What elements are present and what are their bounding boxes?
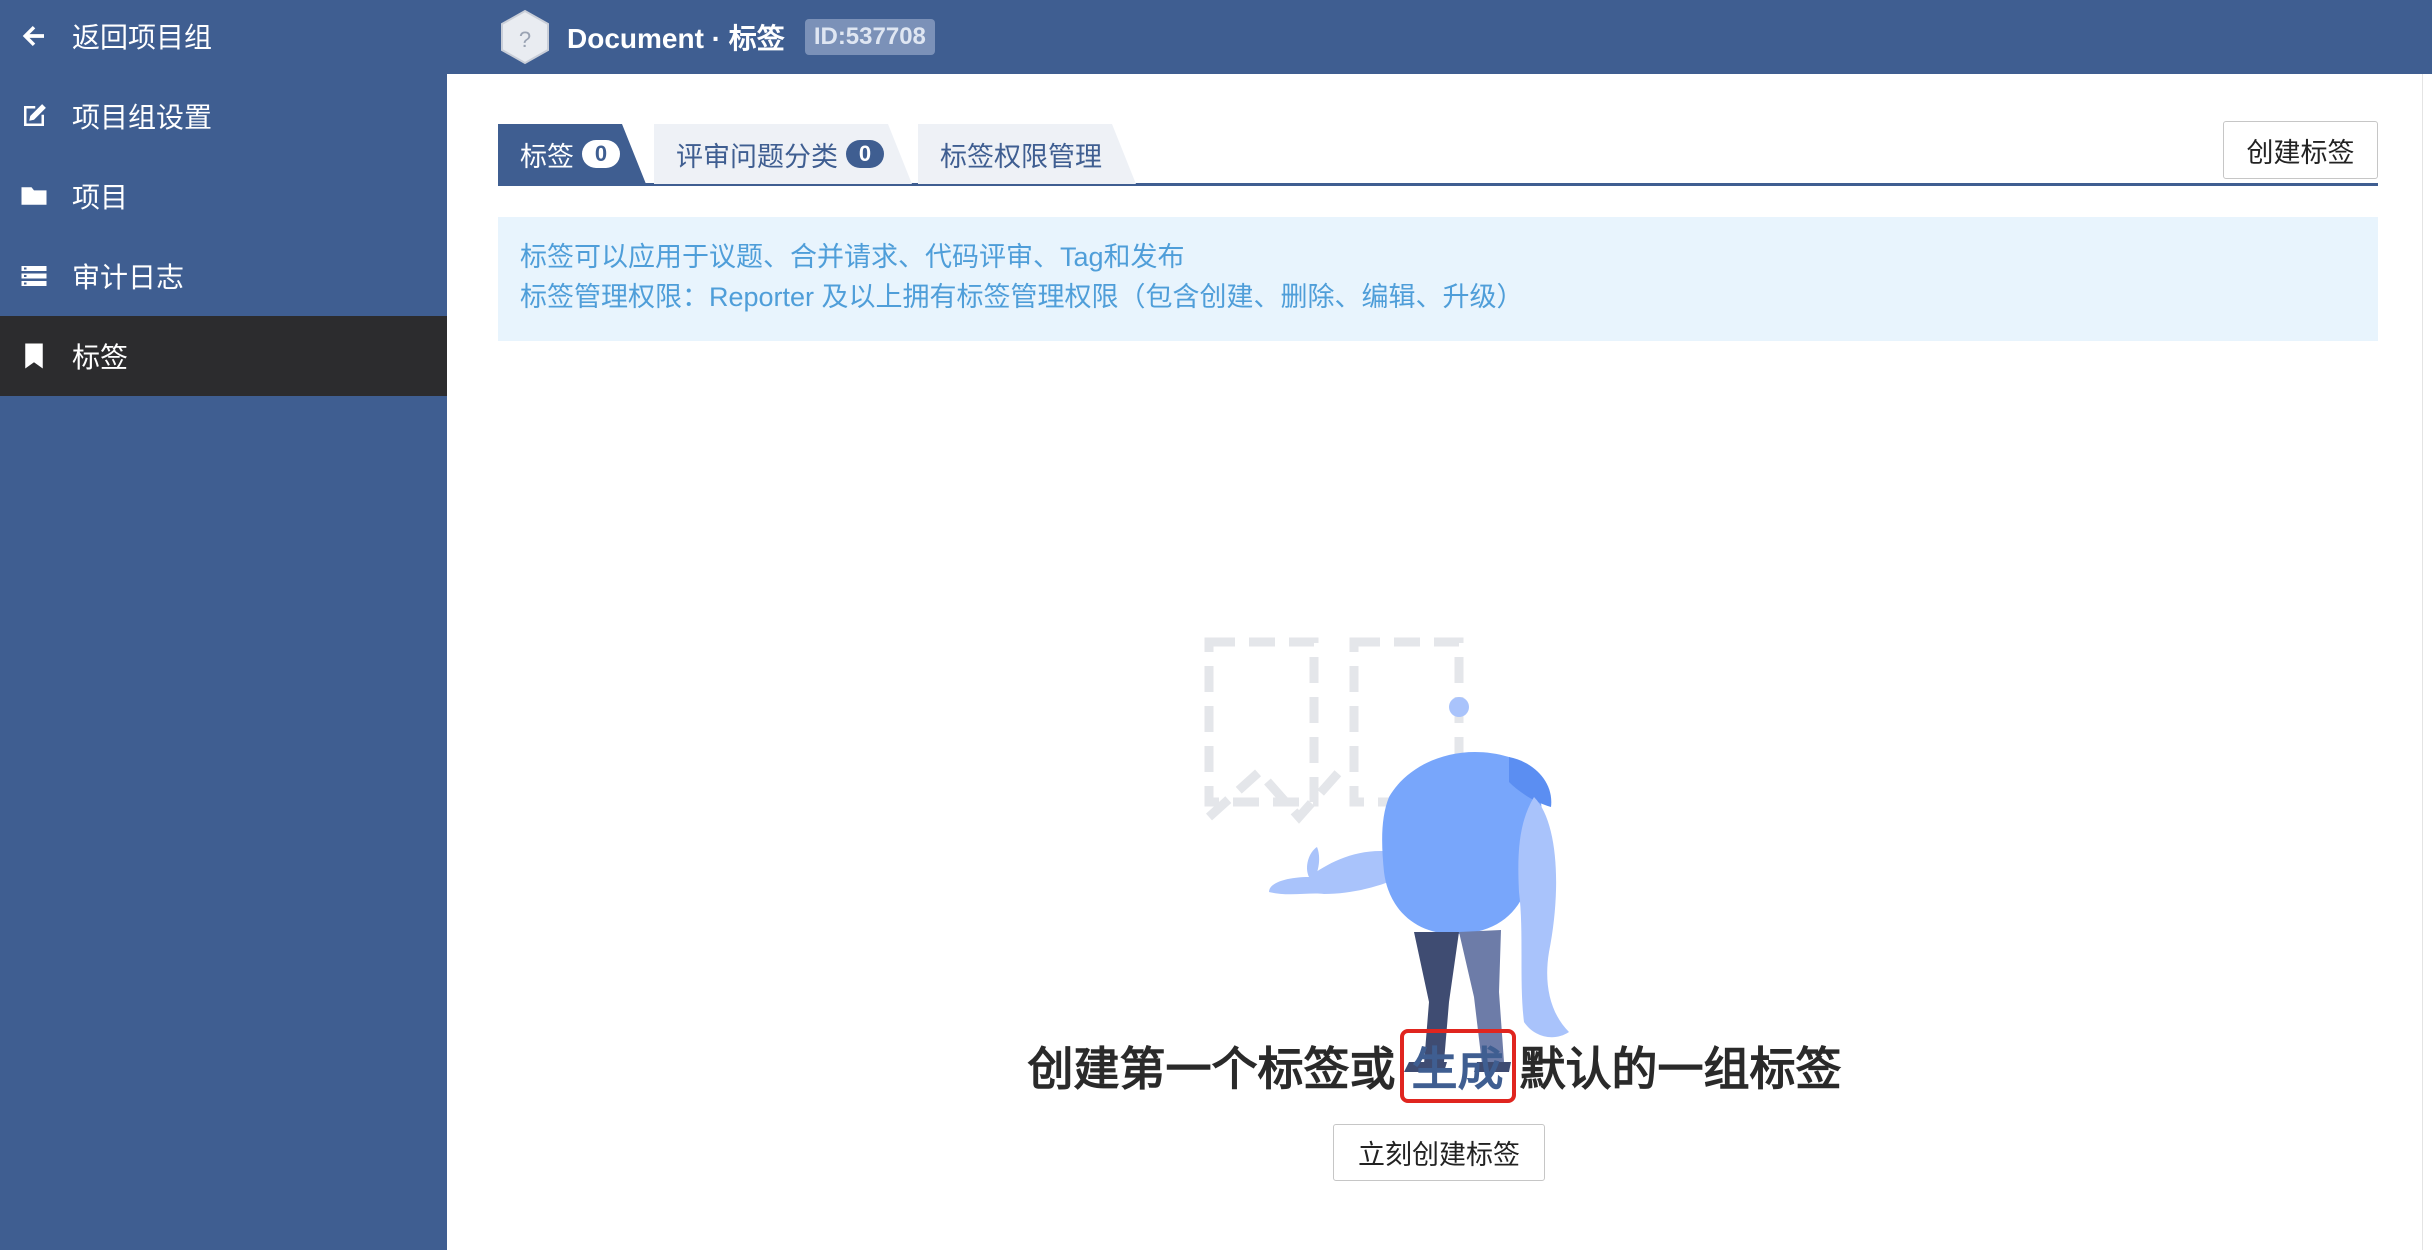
app-window: 返回项目组 项目组设置 项目 审计日志 标签 ? Document · 标签 I… xyxy=(0,0,2432,1250)
sidebar-item-label: 项目组设置 xyxy=(72,102,213,133)
svg-text:?: ? xyxy=(519,27,531,52)
tab-review-issue-categories[interactable]: 评审问题分类 0 xyxy=(654,124,912,184)
sidebar-item-label: 审计日志 xyxy=(72,262,185,293)
tab-labels[interactable]: 标签 0 xyxy=(498,124,646,184)
info-banner: 标签可以应用于议题、合并请求、代码评审、Tag和发布 标签管理权限：Report… xyxy=(498,217,2378,341)
sidebar-item-back-to-group[interactable]: 返回项目组 xyxy=(0,0,447,76)
folder-icon xyxy=(18,180,50,212)
edit-icon xyxy=(18,100,50,132)
count-badge: 0 xyxy=(582,140,620,168)
info-line: 标签管理权限：Reporter 及以上拥有标签管理权限（包含创建、删除、编辑、升… xyxy=(520,282,1524,312)
main-panel: 标签 0 评审问题分类 0 标签权限管理 创建标签 标签可以应用于议题、合并请求… xyxy=(447,74,2422,1250)
top-header: ? Document · 标签 ID:537708 xyxy=(447,0,2432,74)
sidebar-item-audit-log[interactable]: 审计日志 xyxy=(0,236,447,316)
sidebar-item-group-settings[interactable]: 项目组设置 xyxy=(0,76,447,156)
arrow-left-icon xyxy=(18,20,50,52)
sidebar-item-label: 项目 xyxy=(72,182,129,213)
sidebar: 返回项目组 项目组设置 项目 审计日志 标签 xyxy=(0,0,447,1250)
count-badge: 0 xyxy=(846,140,884,168)
generate-default-labels-link[interactable]: 生成 xyxy=(1399,1029,1516,1103)
tab-label-permissions[interactable]: 标签权限管理 xyxy=(918,124,1136,184)
project-id-badge: ID:537708 xyxy=(804,19,935,55)
tab-bar: 标签 0 评审问题分类 0 标签权限管理 xyxy=(498,124,2378,186)
list-icon xyxy=(18,260,50,292)
empty-state-illustration xyxy=(1189,632,1639,1092)
sidebar-item-label: 返回项目组 xyxy=(72,22,213,53)
create-label-now-button[interactable]: 立刻创建标签 xyxy=(1333,1124,1545,1181)
page-title: Document · 标签 xyxy=(567,23,785,54)
sidebar-item-labels[interactable]: 标签 xyxy=(0,316,447,396)
scrollbar[interactable] xyxy=(2422,74,2432,1250)
bookmark-icon xyxy=(18,340,50,372)
create-label-button[interactable]: 创建标签 xyxy=(2223,121,2378,179)
info-line: 标签可以应用于议题、合并请求、代码评审、Tag和发布 xyxy=(520,242,1185,272)
empty-state-title: 创建第一个标签或 生成 默认的一组标签 xyxy=(447,1029,2422,1103)
sidebar-item-label: 标签 xyxy=(72,342,129,373)
project-avatar-icon: ? xyxy=(497,9,553,65)
sidebar-item-projects[interactable]: 项目 xyxy=(0,156,447,236)
